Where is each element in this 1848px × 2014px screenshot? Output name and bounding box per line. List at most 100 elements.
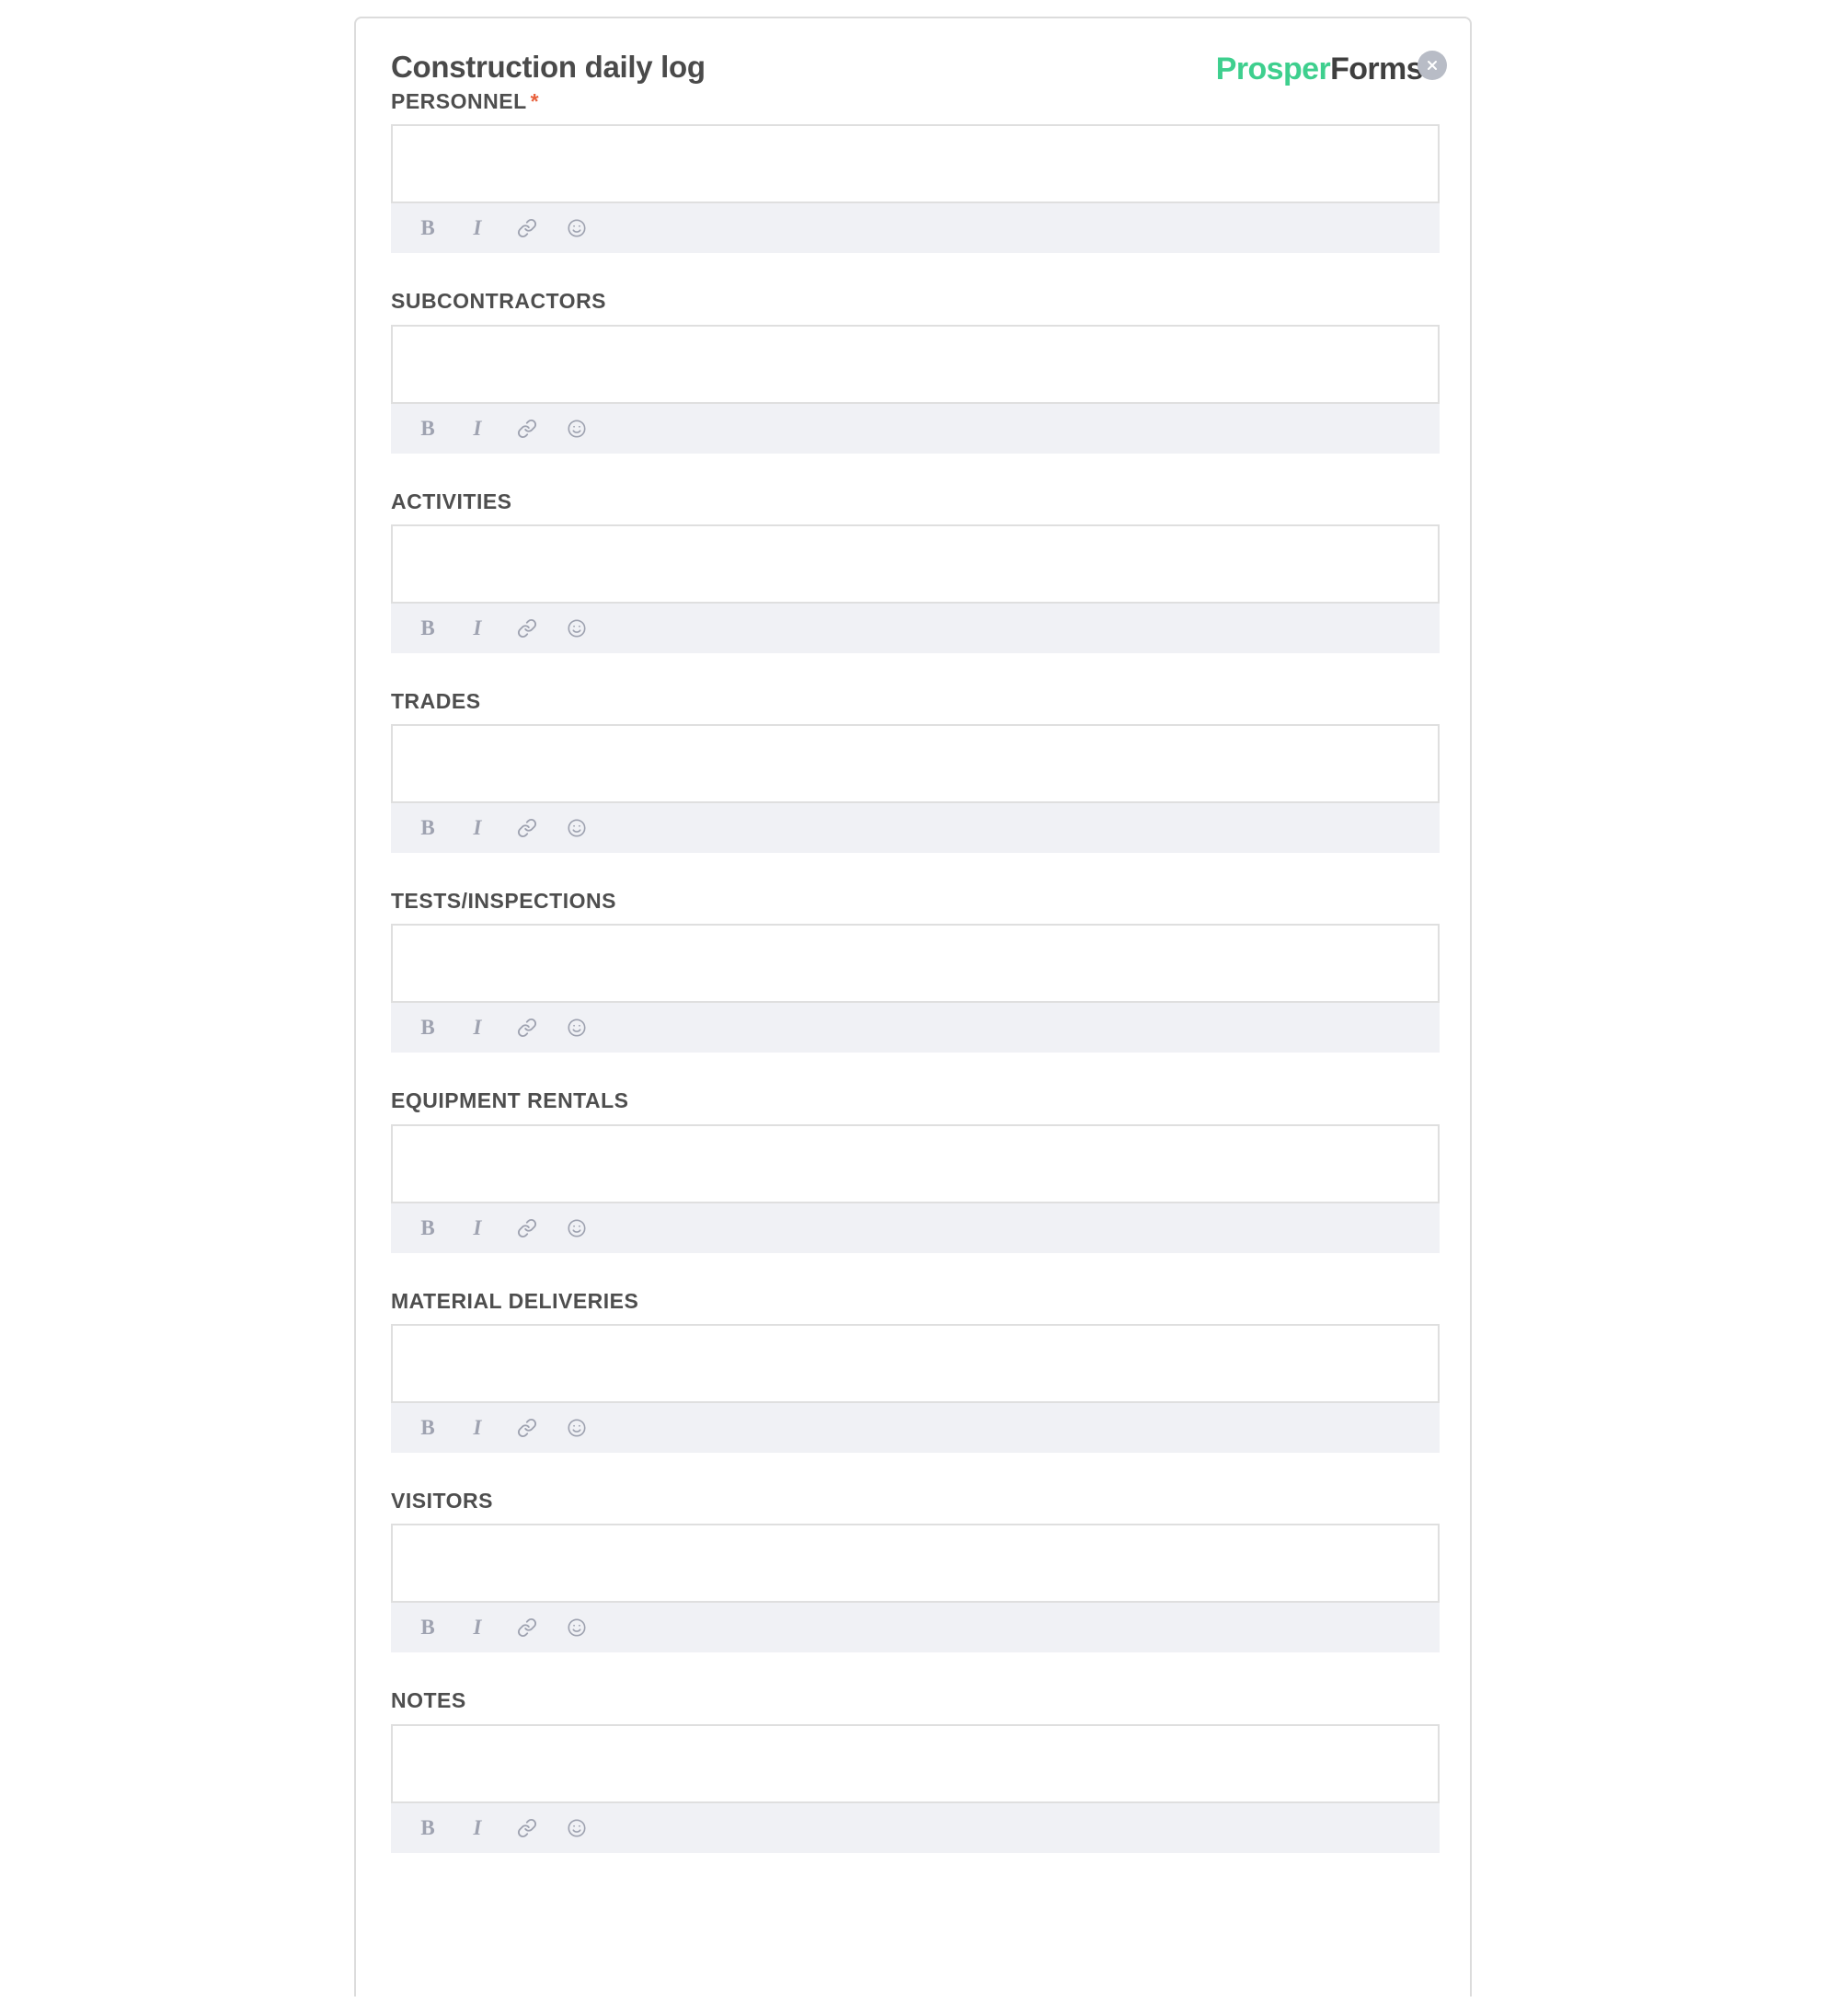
rich-text-editor: BI [391,1123,1440,1253]
field-label-text: MATERIAL DELIVERIES [391,1288,639,1313]
text-input-area[interactable] [391,1723,1440,1803]
bold-icon[interactable]: B [415,416,441,442]
text-input-area[interactable] [391,1524,1440,1604]
field-label: ACTIVITIES [391,489,1440,513]
bold-icon[interactable]: B [415,1015,441,1041]
rich-text-editor: BI [391,524,1440,653]
bold-icon[interactable]: B [415,1615,441,1640]
page-title: Construction daily log [391,50,706,84]
formatting-toolbar: BI [391,1403,1440,1454]
close-button[interactable] [1418,51,1447,80]
rich-text-editor: BI [391,724,1440,854]
field-block: VISITORS B I [391,1489,1440,1653]
field-label: NOTES [391,1689,1440,1712]
link-icon[interactable] [514,215,540,241]
link-icon[interactable] [514,1415,540,1441]
field-label: MATERIAL DELIVERIES [391,1288,1440,1313]
field-label-text: TRADES [391,688,481,713]
italic-icon[interactable]: I [465,1615,490,1640]
required-asterisk: * [530,89,540,113]
form-fields-list: PERSONNEL * B I SUBCONTRACTORS B I ACTIVITIES B I… [391,89,1440,1853]
field-label-text: PERSONNEL [391,89,527,113]
italic-icon[interactable]: I [465,1415,490,1441]
bold-icon[interactable]: B [415,815,441,841]
field-label-text: VISITORS [391,1489,493,1513]
field-label: TRADES [391,688,1440,713]
italic-icon[interactable]: I [465,815,490,841]
emoji-icon[interactable] [564,616,590,641]
formatting-toolbar: BI [391,1802,1440,1853]
formatting-toolbar: BI [391,403,1440,454]
bold-icon[interactable]: B [415,1215,441,1241]
text-input-area[interactable] [391,124,1440,204]
field-block: MATERIAL DELIVERIES B I [391,1288,1440,1454]
rich-text-editor: BI [391,124,1440,254]
formatting-toolbar: BI [391,803,1440,854]
field-block: ACTIVITIES B I [391,489,1440,653]
link-icon[interactable] [514,616,540,641]
italic-icon[interactable]: I [465,1215,490,1241]
italic-icon[interactable]: I [465,1815,490,1841]
rich-text-editor: BI [391,1723,1440,1853]
formatting-toolbar: BI [391,1003,1440,1053]
link-icon[interactable] [514,1615,540,1640]
field-label: SUBCONTRACTORS [391,290,1440,313]
emoji-icon[interactable] [564,1815,590,1841]
italic-icon[interactable]: I [465,1015,490,1041]
field-label: TESTS/INSPECTIONS [391,890,1440,913]
italic-icon[interactable]: I [465,215,490,241]
field-label-text: NOTES [391,1688,466,1713]
form-card: Construction daily log ProsperForms PERS… [354,17,1472,1997]
field-label-text: ACTIVITIES [391,489,512,513]
bold-icon[interactable]: B [415,1415,441,1441]
emoji-icon[interactable] [564,815,590,841]
bold-icon[interactable]: B [415,1815,441,1841]
field-block: TESTS/INSPECTIONS B I [391,890,1440,1053]
field-label-text: TESTS/INSPECTIONS [391,889,616,914]
emoji-icon[interactable] [564,1415,590,1441]
logo-prosper-text: Prosper [1215,52,1331,86]
text-input-area[interactable] [391,1324,1440,1404]
emoji-icon[interactable] [564,416,590,442]
text-input-area[interactable] [391,524,1440,604]
field-block: NOTES B I [391,1689,1440,1853]
italic-icon[interactable]: I [465,416,490,442]
formatting-toolbar: BI [391,203,1440,254]
rich-text-editor: BI [391,324,1440,454]
text-input-area[interactable] [391,324,1440,404]
form-header: Construction daily log ProsperForms [391,18,1447,90]
rich-text-editor: BI [391,924,1440,1053]
logo-forms-text: Forms [1330,52,1424,86]
field-label: VISITORS [391,1489,1440,1513]
bold-icon[interactable]: B [415,215,441,241]
field-block: EQUIPMENT RENTALS B I [391,1089,1440,1253]
field-block: TRADES B I [391,688,1440,854]
field-block: SUBCONTRACTORS B I [391,290,1440,454]
emoji-icon[interactable] [564,1615,590,1640]
prosperforms-logo: ProsperForms [1215,52,1424,86]
link-icon[interactable] [514,416,540,442]
bold-icon[interactable]: B [415,616,441,641]
emoji-icon[interactable] [564,1015,590,1041]
field-label: EQUIPMENT RENTALS [391,1089,1440,1112]
text-input-area[interactable] [391,1123,1440,1203]
form-content: Construction daily log ProsperForms PERS… [391,18,1447,1890]
emoji-icon[interactable] [564,1215,590,1241]
emoji-icon[interactable] [564,215,590,241]
link-icon[interactable] [514,1015,540,1041]
formatting-toolbar: BI [391,603,1440,653]
link-icon[interactable] [514,1215,540,1241]
link-icon[interactable] [514,1815,540,1841]
field-block: PERSONNEL * B I [391,89,1440,254]
text-input-area[interactable] [391,924,1440,1004]
close-icon [1425,58,1440,73]
italic-icon[interactable]: I [465,616,490,641]
field-label-text: EQUIPMENT RENTALS [391,1088,629,1113]
link-icon[interactable] [514,815,540,841]
field-label: PERSONNEL * [391,89,1440,113]
rich-text-editor: BI [391,1324,1440,1454]
text-input-area[interactable] [391,724,1440,804]
field-label-text: SUBCONTRACTORS [391,289,607,314]
rich-text-editor: BI [391,1524,1440,1653]
formatting-toolbar: BI [391,1603,1440,1653]
